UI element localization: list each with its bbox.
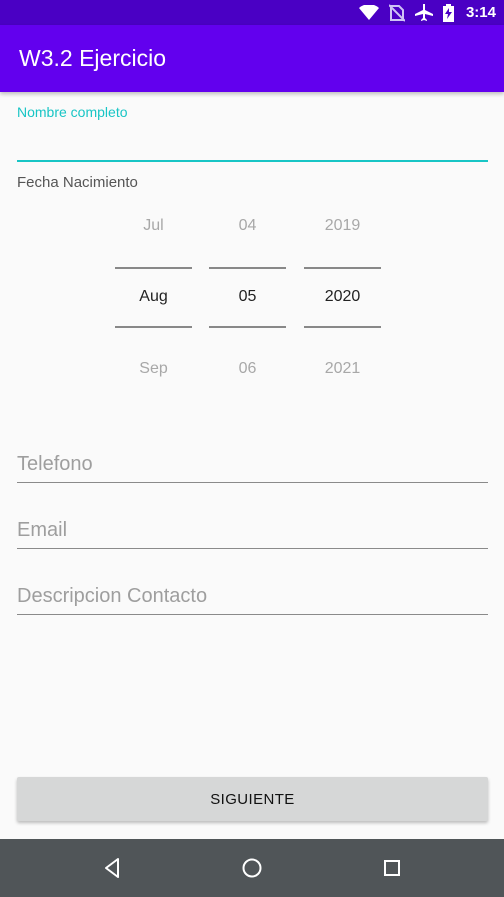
back-icon[interactable] <box>101 856 125 880</box>
battery-charging-icon <box>442 3 454 22</box>
birth-date-label: Fecha Nacimiento <box>17 174 138 191</box>
no-sim-icon <box>388 3 405 22</box>
year-prev[interactable]: 2019 <box>304 217 381 235</box>
year-divider-top <box>304 267 381 269</box>
month-divider-bottom <box>115 326 192 328</box>
description-field <box>17 574 488 615</box>
email-input[interactable] <box>17 519 488 542</box>
day-divider-top <box>209 267 286 269</box>
phone-field <box>17 442 488 483</box>
description-input[interactable] <box>17 585 488 608</box>
app-title: W3.2 Ejercicio <box>19 45 166 71</box>
month-current[interactable]: Aug <box>115 288 192 306</box>
next-button[interactable]: SIGUIENTE <box>17 777 488 821</box>
navigation-bar <box>0 839 504 897</box>
day-prev[interactable]: 04 <box>209 217 286 235</box>
app-bar: W3.2 Ejercicio <box>0 25 504 92</box>
airplane-mode-icon <box>414 3 433 22</box>
recents-icon[interactable] <box>380 856 404 880</box>
home-icon[interactable] <box>240 856 264 880</box>
day-divider-bottom <box>209 326 286 328</box>
phone-input[interactable] <box>17 453 488 476</box>
day-current[interactable]: 05 <box>209 288 286 306</box>
status-bar: 3:14 <box>0 0 504 25</box>
month-prev[interactable]: Jul <box>115 217 192 235</box>
wifi-icon <box>358 4 379 21</box>
full-name-label: Nombre completo <box>17 104 128 120</box>
status-time: 3:14 <box>465 4 496 21</box>
month-next[interactable]: Sep <box>115 360 192 378</box>
year-divider-bottom <box>304 326 381 328</box>
email-field <box>17 508 488 549</box>
full-name-underline <box>17 160 488 162</box>
year-next[interactable]: 2021 <box>304 360 381 378</box>
full-name-field[interactable] <box>17 122 488 160</box>
year-current[interactable]: 2020 <box>304 288 381 306</box>
status-icons: 3:14 <box>358 2 496 23</box>
day-next[interactable]: 06 <box>209 360 286 378</box>
month-divider-top <box>115 267 192 269</box>
